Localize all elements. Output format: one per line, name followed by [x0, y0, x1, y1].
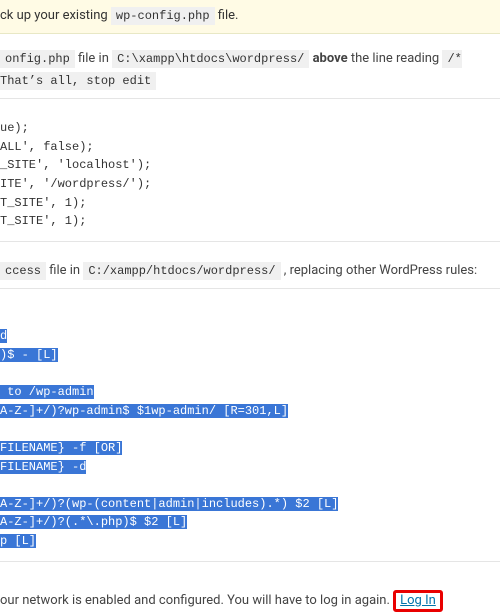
path-code-1: C:\xampp\htdocs\wordpress/ — [112, 50, 309, 68]
code-block-2-selected[interactable]: d )$ - [L] to /wp-admin A-Z-]+/)?wp-admi… — [0, 299, 500, 562]
login-highlight-box: Log In — [393, 590, 443, 612]
instruction-2: ccess file in C:/xampp/htdocs/wordpress/… — [0, 260, 500, 282]
selected-code-line: FILENAME} -f [OR] — [0, 441, 122, 455]
warning-suffix: file. — [218, 8, 239, 23]
selected-code-line: d — [0, 329, 7, 343]
divider-1 — [0, 98, 500, 99]
selected-code-line: p [L] — [0, 534, 36, 548]
login-link[interactable]: Log In — [400, 593, 436, 608]
footer: our network is enabled and configured. Y… — [0, 580, 500, 612]
warning-box: ck up your existing wp-config.php file. — [0, 0, 500, 34]
code-block-1[interactable]: ue); ALL', false); _SITE', 'localhost');… — [0, 109, 500, 242]
htaccess-code: ccess — [0, 262, 46, 280]
selected-code-line: A-Z-]+/)?(.*\.php)$ $2 [L] — [0, 515, 187, 529]
footer-text: our network is enabled and configured. Y… — [0, 593, 393, 608]
selected-code-line: FILENAME} -d — [0, 460, 86, 474]
wp-config-code: wp-config.php — [111, 7, 215, 25]
path-code-2: C:/xampp/htdocs/wordpress/ — [83, 262, 280, 280]
selected-code-line: A-Z-]+/)?(wp-(content|admin|includes).*)… — [0, 497, 338, 511]
selected-code-line: to /wp-admin — [0, 385, 94, 399]
warning-prefix: ck up your existing — [0, 8, 111, 23]
selected-code-line: )$ - [L] — [0, 348, 58, 362]
instruction-1: onfig.php file in C:\xampp\htdocs\wordpr… — [0, 48, 500, 92]
config-file-code: onfig.php — [0, 50, 75, 68]
selected-code-line: A-Z-]+/)?wp-admin$ $1wp-admin/ [R=301,L] — [0, 404, 288, 418]
divider-2 — [0, 288, 500, 289]
above-bold: above — [313, 51, 348, 66]
